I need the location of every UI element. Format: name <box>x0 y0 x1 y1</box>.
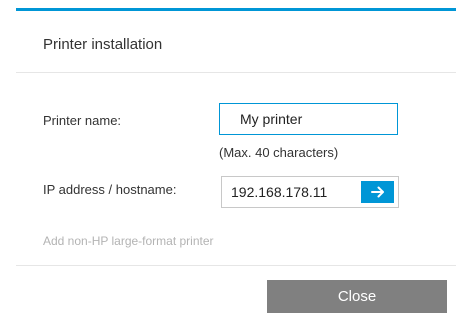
printer-name-hint: (Max. 40 characters) <box>219 145 339 160</box>
close-button[interactable]: Close <box>267 280 447 313</box>
top-accent-bar <box>16 8 456 11</box>
add-non-hp-printer-link[interactable]: Add non-HP large-format printer <box>43 234 214 248</box>
printer-name-input[interactable] <box>219 103 398 135</box>
ip-submit-button[interactable] <box>357 176 399 208</box>
header-divider <box>16 72 456 73</box>
ip-address-label: IP address / hostname: <box>43 182 177 197</box>
ip-address-input[interactable] <box>221 176 357 208</box>
printer-installation-dialog: Printer installation Printer name: (Max.… <box>0 0 456 313</box>
dialog-title: Printer installation <box>43 36 163 53</box>
arrow-right-icon <box>361 181 394 203</box>
printer-name-label: Printer name: <box>43 113 122 128</box>
footer-divider <box>16 265 456 266</box>
